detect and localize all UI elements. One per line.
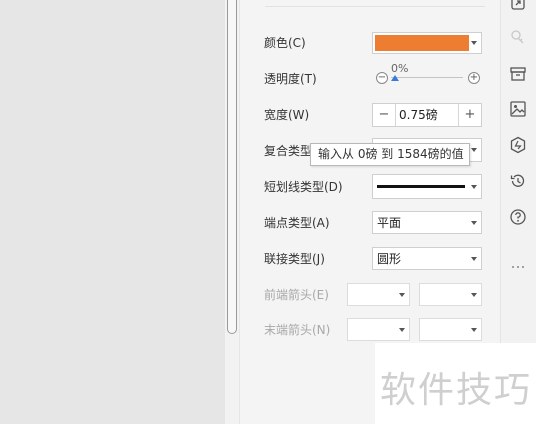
width-input[interactable]: 0.75磅	[399, 104, 438, 126]
compound-type-label: 复合类型	[264, 144, 313, 158]
color-swatch	[375, 35, 469, 51]
transparency-label: 透明度(T)	[264, 72, 317, 86]
dash-type-dropdown[interactable]	[372, 174, 482, 199]
dash-type-label: 短划线类型(D)	[264, 180, 343, 194]
watermark: 软件技巧	[375, 343, 536, 424]
end-arrow-label: 末端箭头(N)	[264, 323, 331, 337]
more-icon[interactable]	[509, 258, 527, 276]
chevron-down-icon	[399, 292, 405, 297]
image-icon[interactable]	[509, 100, 527, 118]
transparency-slider-track[interactable]	[391, 77, 463, 78]
chevron-down-icon	[471, 327, 477, 332]
width-decrease-button[interactable]: −	[373, 104, 396, 126]
width-label: 宽度(W)	[264, 108, 310, 122]
transparency-decrease-button[interactable]: −	[376, 72, 388, 84]
vertical-scrollbar[interactable]	[225, 0, 239, 424]
join-type-label: 联接类型(J)	[264, 252, 325, 266]
begin-arrow-type-dropdown[interactable]	[347, 283, 410, 306]
width-range-tooltip: 输入从 0磅 到 1584磅的值	[310, 143, 470, 166]
transparency-value: 0%	[391, 62, 409, 75]
chevron-down-icon	[471, 220, 477, 225]
end-arrow-type-dropdown[interactable]	[347, 318, 410, 341]
chevron-down-icon	[471, 292, 477, 297]
section-divider	[265, 6, 485, 7]
cap-type-label: 端点类型(A)	[264, 216, 330, 230]
transparency-increase-button[interactable]: +	[468, 72, 480, 84]
width-increase-button[interactable]: +	[458, 104, 481, 126]
share-icon[interactable]	[509, 0, 527, 12]
history-icon[interactable]	[509, 172, 527, 190]
hexagon-icon[interactable]	[509, 136, 527, 154]
cap-type-dropdown[interactable]: 平面	[372, 211, 482, 234]
join-type-value: 圆形	[377, 252, 402, 266]
document-canvas	[0, 0, 224, 424]
cap-type-value: 平面	[377, 216, 402, 230]
help-icon[interactable]	[509, 208, 527, 226]
chevron-down-icon	[471, 148, 477, 152]
scroll-thumb[interactable]	[227, 0, 237, 334]
transparency-slider-thumb[interactable]	[391, 75, 399, 81]
width-spinner: − 0.75磅 +	[372, 103, 482, 127]
begin-arrow-size-dropdown[interactable]	[419, 283, 482, 306]
chevron-down-icon	[471, 184, 477, 189]
end-arrow-size-dropdown[interactable]	[419, 318, 482, 341]
chevron-down-icon	[471, 256, 477, 261]
chevron-down-icon	[471, 41, 477, 45]
solid-line-preview	[377, 185, 465, 188]
begin-arrow-label: 前端箭头(E)	[264, 288, 329, 302]
watermark-text: 软件技巧	[380, 370, 533, 411]
join-type-dropdown[interactable]: 圆形	[372, 247, 482, 270]
chevron-down-icon	[399, 327, 405, 332]
color-label: 颜色(C)	[264, 36, 306, 50]
archive-icon[interactable]	[509, 65, 527, 83]
pin-icon[interactable]	[509, 28, 527, 46]
color-dropdown[interactable]	[372, 32, 482, 54]
